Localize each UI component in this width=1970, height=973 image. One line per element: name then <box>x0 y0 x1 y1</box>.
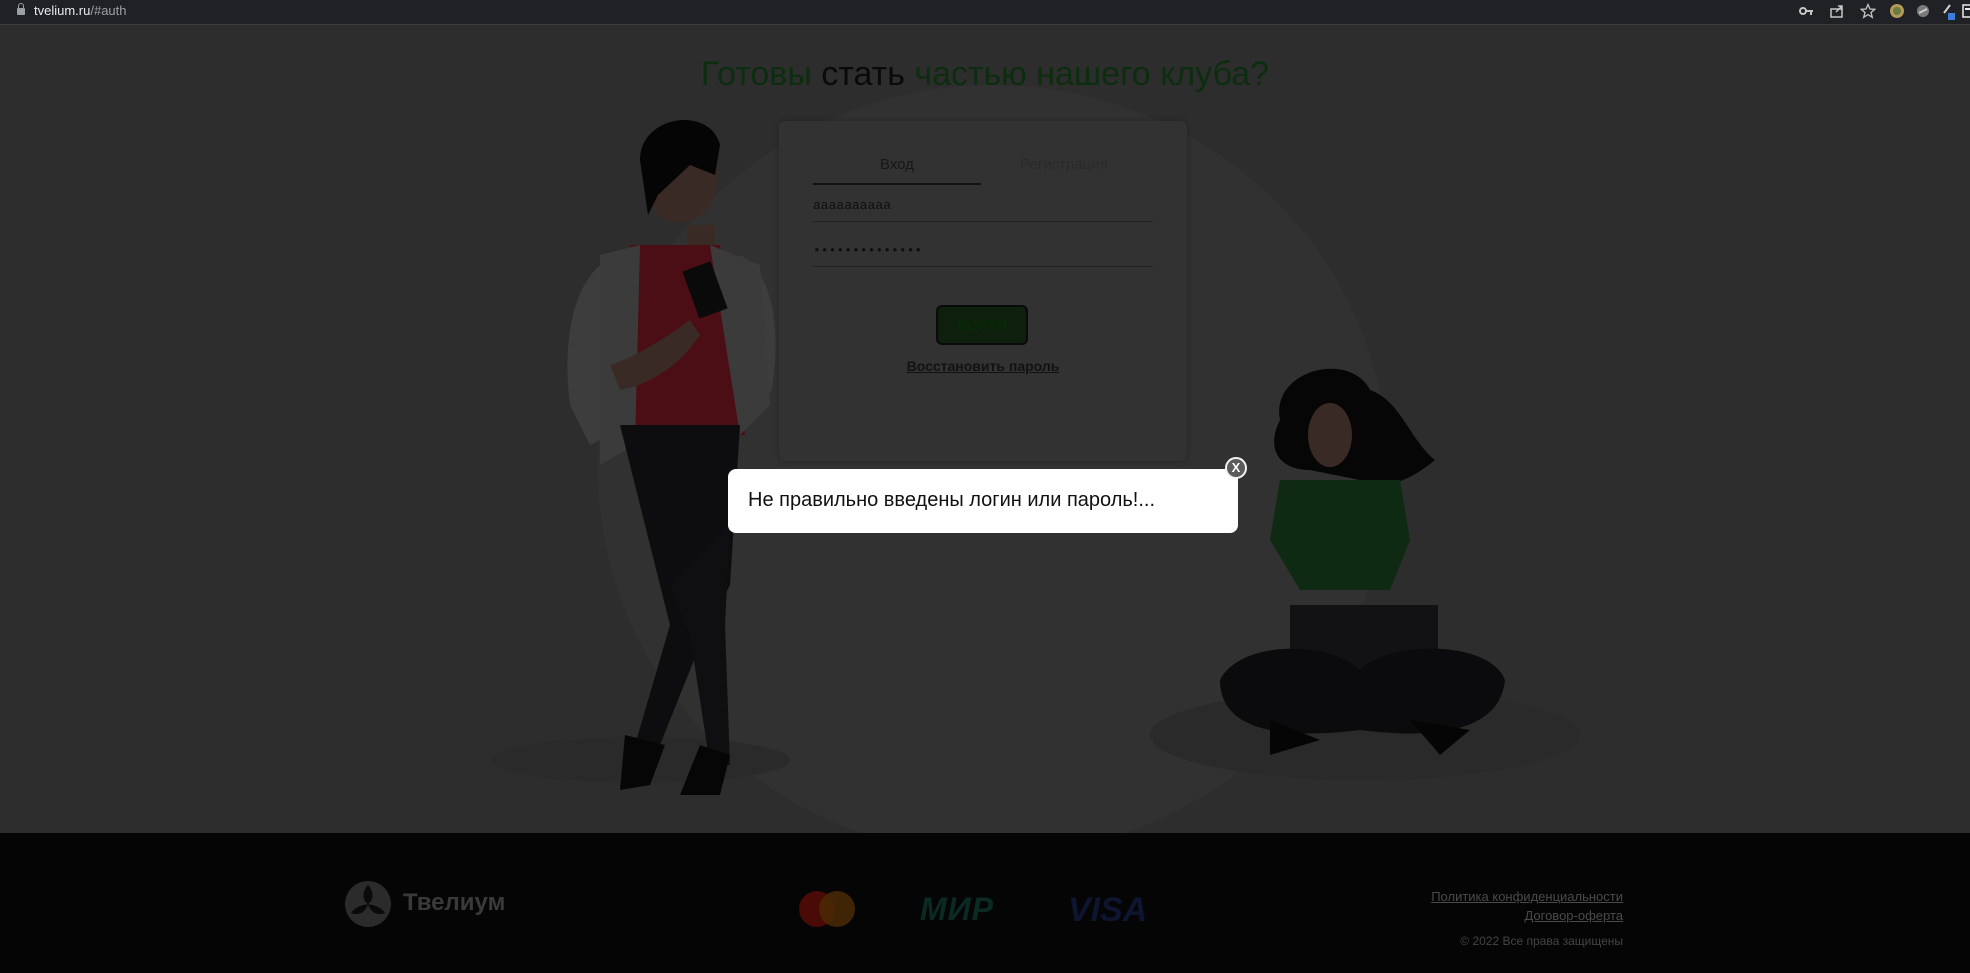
woman-illustration <box>1220 368 1505 755</box>
key-icon[interactable] <box>1797 3 1815 21</box>
page-title: Готовы стать частью нашего клуба? <box>0 55 1970 94</box>
tab-login[interactable]: Вход <box>880 156 914 173</box>
lock-icon[interactable] <box>17 3 25 15</box>
extension-icon[interactable] <box>1939 3 1957 21</box>
brand-logo-icon <box>345 881 391 927</box>
headline-text: Готовы <box>700 55 822 93</box>
brand-name: Твелиум <box>403 889 506 916</box>
auth-page: Готовы стать частью нашего клуба? Вход Р… <box>0 25 1970 855</box>
extension-icon[interactable] <box>1914 3 1932 21</box>
offer-agreement-link[interactable]: Договор-оферта <box>1431 908 1623 923</box>
star-icon[interactable] <box>1859 2 1877 21</box>
tab-registration[interactable]: Регистрация <box>1020 156 1108 173</box>
puzzle-icon[interactable] <box>1958 3 1970 21</box>
address-bar[interactable]: tvelium.ru/#auth <box>17 3 127 18</box>
extension-icon[interactable] <box>1888 3 1906 21</box>
login-button[interactable]: ВОЙТИ <box>936 305 1028 345</box>
visa-logo: VISA <box>1068 891 1148 929</box>
footer-links: Политика конфиденциальности Договор-офер… <box>1431 889 1623 927</box>
url-path: /#auth <box>90 3 127 18</box>
close-icon[interactable]: X <box>1225 457 1247 479</box>
footer: Твелиум МИР VISA Политика конфиденциальн… <box>0 833 1970 973</box>
man-illustration <box>567 119 776 795</box>
privacy-policy-link[interactable]: Политика конфиденциальности <box>1431 889 1623 904</box>
mir-logo: МИР <box>920 891 995 927</box>
login-field[interactable]: aaaaaaaaaa <box>813 191 1153 222</box>
copyright: © 2022 Все права защищены <box>1460 934 1623 948</box>
active-tab-indicator <box>813 183 981 185</box>
error-message: Не правильно введены логин или пароль!..… <box>748 489 1156 511</box>
restore-password-link[interactable]: Восстановить пароль <box>779 358 1187 374</box>
headline-text: частью нашего клуба? <box>904 55 1270 93</box>
error-popup: Не правильно введены логин или пароль!..… <box>728 469 1238 533</box>
headline-emphasis: стать <box>821 55 905 93</box>
browser-toolbar: tvelium.ru/#auth <box>0 0 1970 25</box>
password-field[interactable]: •••••••••••••• <box>813 236 1153 267</box>
url-domain: tvelium.ru <box>34 3 91 18</box>
login-card: Вход Регистрация aaaaaaaaaa ••••••••••••… <box>779 121 1187 461</box>
share-icon[interactable] <box>1828 3 1846 21</box>
mastercard-logo <box>799 891 855 927</box>
